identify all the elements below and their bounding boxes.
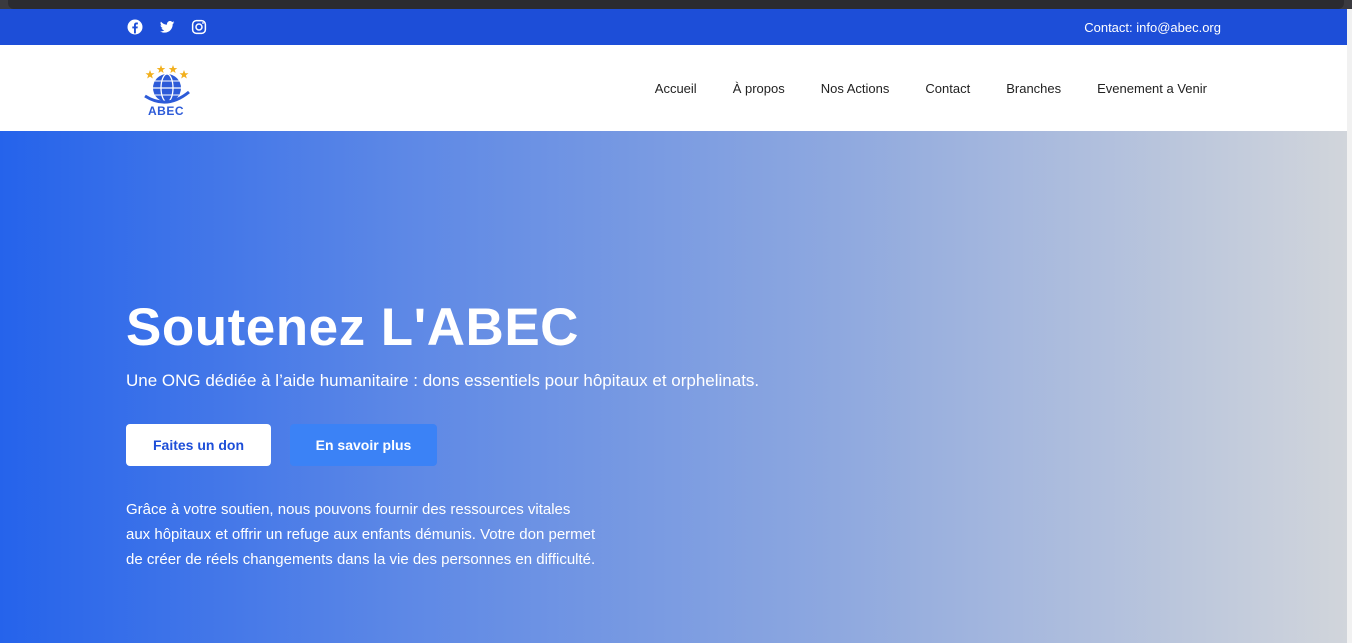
top-contact-bar: Contact: info@abec.org bbox=[0, 9, 1347, 45]
nav-item-evenement[interactable]: Evenement a Venir bbox=[1097, 81, 1207, 96]
logo-text: ABEC bbox=[148, 104, 185, 118]
donate-button[interactable]: Faites un don bbox=[126, 424, 271, 466]
nav-item-nos-actions[interactable]: Nos Actions bbox=[821, 81, 890, 96]
nav-item-accueil[interactable]: Accueil bbox=[655, 81, 697, 96]
instagram-icon[interactable] bbox=[190, 18, 208, 36]
contact-email: Contact: info@abec.org bbox=[1084, 20, 1221, 35]
scrollbar-track[interactable] bbox=[1347, 9, 1352, 643]
browser-top-strip bbox=[0, 0, 1352, 9]
learn-more-button[interactable]: En savoir plus bbox=[290, 424, 437, 466]
facebook-icon[interactable] bbox=[126, 18, 144, 36]
nav-item-contact[interactable]: Contact bbox=[925, 81, 970, 96]
browser-tab-edge bbox=[8, 0, 1344, 9]
hero-section: Soutenez L'ABEC Une ONG dédiée à l’aide … bbox=[0, 131, 1347, 643]
nav-item-a-propos[interactable]: À propos bbox=[733, 81, 785, 96]
nav-menu: Accueil À propos Nos Actions Contact Bra… bbox=[655, 81, 1207, 96]
twitter-icon[interactable] bbox=[158, 18, 176, 36]
nav-item-branches[interactable]: Branches bbox=[1006, 81, 1061, 96]
main-navbar: ABEC Accueil À propos Nos Actions Contac… bbox=[0, 45, 1347, 131]
hero-title: Soutenez L'ABEC bbox=[126, 298, 579, 357]
hero-subtitle: Une ONG dédiée à l’aide humanitaire : do… bbox=[126, 371, 760, 390]
hero-description: Grâce à votre soutien, nous pouvons four… bbox=[126, 501, 596, 568]
social-links bbox=[126, 18, 208, 36]
